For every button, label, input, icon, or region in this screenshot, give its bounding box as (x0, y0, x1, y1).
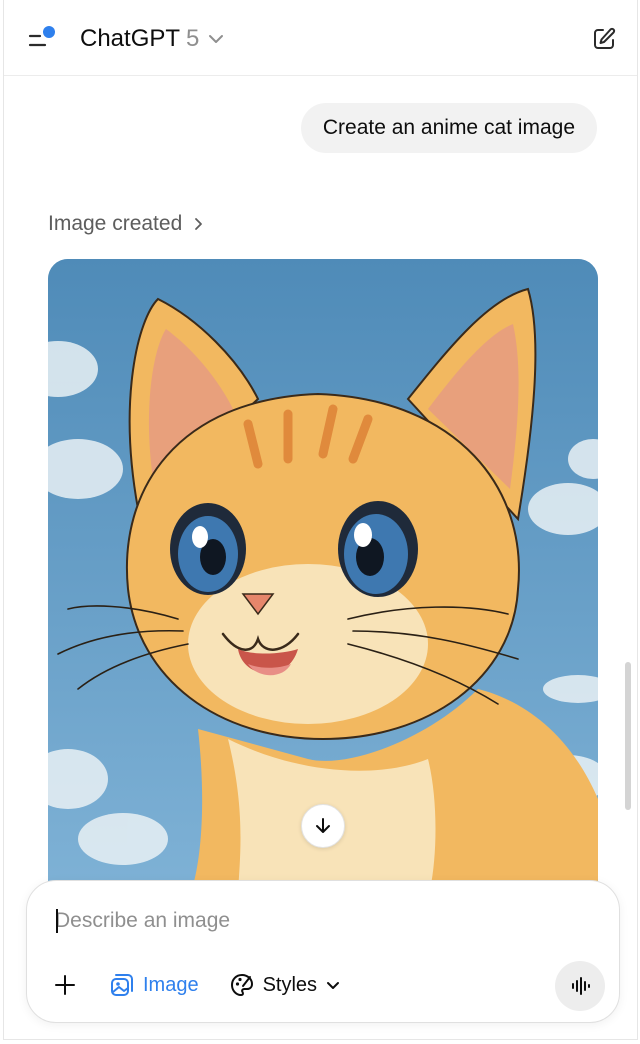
image-created-status[interactable]: Image created (48, 212, 204, 236)
text-caret (56, 909, 58, 933)
arrow-down-icon (316, 818, 330, 833)
plus-icon (55, 975, 75, 995)
sidebar-toggle-icon (28, 26, 55, 47)
prompt-input[interactable] (55, 903, 575, 939)
new-chat-button[interactable] (587, 22, 621, 56)
chevron-down-icon (209, 35, 224, 43)
user-message-bubble: Create an anime cat image (300, 103, 597, 153)
compose-icon (594, 27, 616, 49)
image-icon (111, 974, 133, 996)
styles-label: Styles (262, 973, 318, 996)
generated-image[interactable] (48, 259, 598, 899)
composer: Image Styles (26, 880, 620, 1023)
styles-dropdown[interactable]: Styles (219, 965, 351, 1005)
image-tool-button[interactable]: Image (99, 965, 209, 1005)
voice-waveform-icon (572, 977, 590, 995)
chevron-down-icon (327, 982, 340, 989)
scrollbar-thumb[interactable] (625, 662, 631, 810)
voice-mode-button[interactable] (555, 961, 605, 1011)
sidebar-toggle-button[interactable] (26, 24, 60, 54)
palette-icon (230, 974, 253, 996)
composer-toolbar: Image Styles (45, 965, 351, 1005)
chevron-right-icon (195, 218, 203, 230)
model-version: 5 (186, 25, 200, 52)
image-tool-label: Image (143, 973, 199, 996)
top-bar: ChatGPT 5 (4, 0, 637, 76)
model-picker[interactable]: ChatGPT 5 (80, 22, 225, 56)
image-created-label: Image created (48, 212, 183, 235)
add-attachment-button[interactable] (45, 965, 85, 1005)
anime-cat-illustration (48, 259, 598, 899)
scroll-to-bottom-button[interactable] (301, 804, 345, 848)
chat-window: ChatGPT 5 Create an anime cat image Imag… (3, 0, 638, 1040)
model-name: ChatGPT (80, 25, 181, 52)
